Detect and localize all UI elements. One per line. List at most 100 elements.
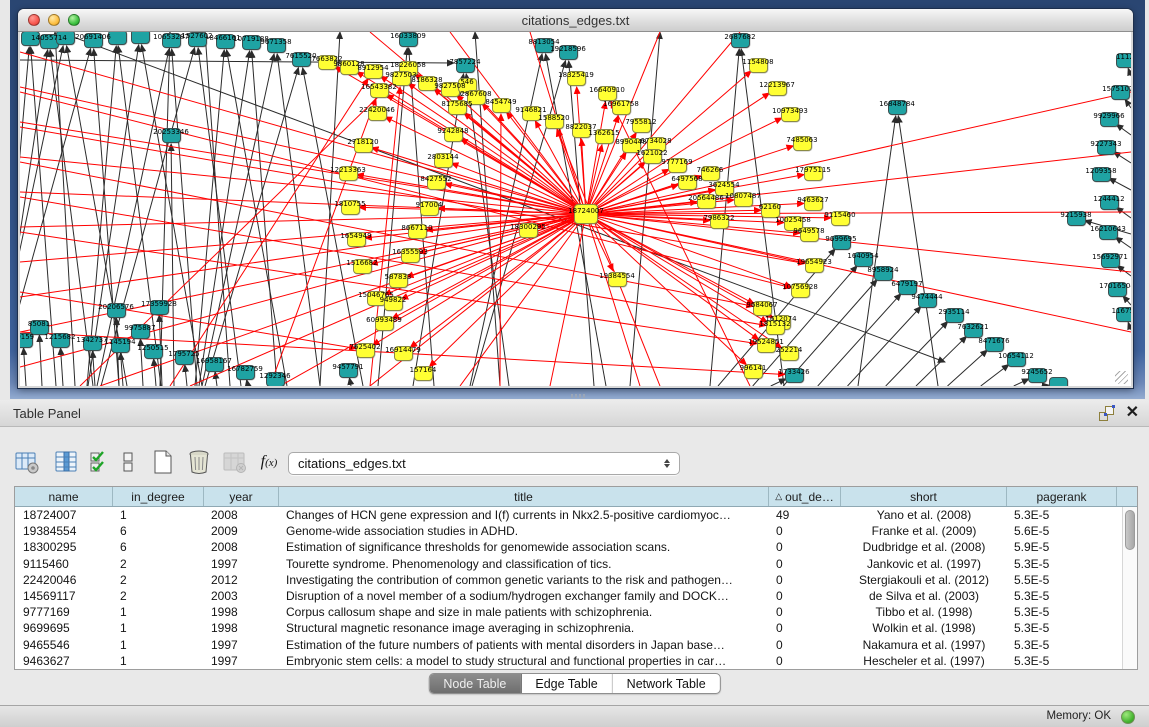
- table-row[interactable]: 1872400712008Changes of HCN gene express…: [15, 507, 1137, 523]
- cell-name: 14569117: [15, 589, 113, 603]
- graph-node-label: 9699695: [825, 236, 856, 243]
- graph-node-label: 1154808: [742, 59, 773, 66]
- graph-node-label: 746266: [697, 167, 724, 174]
- tab-edge-table[interactable]: Edge Table: [521, 674, 612, 693]
- graph-node-label: 546: [460, 79, 473, 86]
- import-table-disabled-button: [220, 447, 250, 477]
- graph-node-label: 9146821: [515, 107, 546, 114]
- column-header-pagerank[interactable]: pagerank: [1007, 487, 1117, 506]
- graph-node-label: 15751074: [1102, 86, 1131, 93]
- tab-node-table[interactable]: Node Table: [429, 674, 521, 693]
- graph-node-label: 1527602: [181, 33, 212, 40]
- cell-title: Changes of HCN gene expression and I(f) …: [279, 508, 769, 522]
- table-row[interactable]: 977716911998Corpus callosum shape and si…: [15, 604, 1137, 620]
- cell-title: Corpus callosum shape and size in male p…: [279, 605, 769, 619]
- row-height-button[interactable]: [118, 447, 138, 477]
- function-builder-button[interactable]: f(x): [254, 447, 284, 477]
- memory-status-label: Memory: OK: [1046, 710, 1111, 722]
- column-header-short[interactable]: short: [841, 487, 1007, 506]
- graph-node[interactable]: [1049, 377, 1068, 387]
- graph-node-label: 16543382: [361, 84, 397, 91]
- graph-node-label: 1244412: [1093, 196, 1124, 203]
- column-header-out_de[interactable]: △out_de…: [769, 487, 841, 506]
- column-header-name[interactable]: name: [15, 487, 113, 506]
- graph-node-label: 20564486: [688, 195, 724, 202]
- graph-node-label: 1362615: [588, 130, 619, 137]
- table-options-button[interactable]: [12, 447, 42, 477]
- table-row[interactable]: 1938455462009Genome-wide association stu…: [15, 523, 1137, 539]
- column-header-title[interactable]: title: [279, 487, 769, 506]
- tab-network-table[interactable]: Network Table: [613, 674, 720, 693]
- graph-node-label: 62160: [759, 204, 781, 211]
- network-window-titlebar[interactable]: citations_edges.txt: [18, 9, 1133, 32]
- graph-node-label: 6734028: [640, 138, 671, 145]
- close-panel-icon[interactable]: ✕: [1126, 406, 1139, 420]
- memory-indicator-icon[interactable]: [1121, 710, 1135, 724]
- show-columns-button[interactable]: [52, 447, 82, 477]
- graph-node-label: 9245652: [1021, 369, 1052, 376]
- graph-node-label: 1250515: [137, 345, 168, 352]
- table-row[interactable]: 911546021997Tourette syndrome. Phenomeno…: [15, 556, 1137, 572]
- new-table-button[interactable]: [148, 447, 178, 477]
- cell-out_de: 0: [769, 524, 841, 538]
- table-row[interactable]: 946362711997Embryonic stem cells: a mode…: [15, 653, 1137, 669]
- graph-node-label: 252214: [776, 347, 803, 354]
- network-window[interactable]: citations_edges.txt 14055714206914061065…: [18, 9, 1133, 388]
- graph-node-label: 16958167: [196, 358, 232, 365]
- graph-node-label: 19218596: [550, 46, 586, 53]
- cell-title: Investigating the contribution of common…: [279, 573, 769, 587]
- select-rows-button[interactable]: [88, 447, 112, 477]
- graph-node-label: 6497568: [671, 176, 702, 183]
- graph-node-label: 9227343: [1090, 141, 1121, 148]
- cell-title: Genome-wide association studies in ADHD.: [279, 524, 769, 538]
- cell-short: Franke et al. (2009): [841, 524, 1007, 538]
- cell-title: Tourette syndrome. Phenomenology and cla…: [279, 557, 769, 571]
- resize-grip-icon[interactable]: [1115, 371, 1128, 384]
- graph-node-label: 9474444: [911, 294, 942, 301]
- table-row[interactable]: 1830029562008Estimation of significance …: [15, 539, 1137, 555]
- cell-short: Yano et al. (2008): [841, 508, 1007, 522]
- graph-node-label: 3624554: [708, 182, 739, 189]
- dropdown-arrows-icon: [659, 459, 675, 468]
- graph-node-label: 8454749: [485, 99, 516, 106]
- network-canvas[interactable]: 1405571420691406106532871527602846616110…: [20, 32, 1131, 386]
- cell-name: 9463627: [15, 654, 113, 668]
- cell-year: 2012: [204, 573, 279, 587]
- cell-pagerank: 5.3E-5: [1007, 638, 1117, 652]
- column-header-in_degree[interactable]: in_degree: [113, 487, 204, 506]
- float-window-icon[interactable]: [1099, 406, 1114, 421]
- table-row[interactable]: 2242004622012Investigating the contribut…: [15, 572, 1137, 588]
- cell-out_de: 0: [769, 557, 841, 571]
- delete-table-button[interactable]: [184, 447, 214, 477]
- graph-node[interactable]: [131, 32, 150, 44]
- table-row[interactable]: 946554611997Estimation of the future num…: [15, 637, 1137, 653]
- graph-node-label: 20206576: [98, 304, 134, 311]
- graph-node-label: 16210643: [1090, 226, 1126, 233]
- column-header-year[interactable]: year: [204, 487, 279, 506]
- graph-node-label: 39159: [20, 334, 34, 341]
- table-selector-value: citations_edges.txt: [298, 456, 659, 471]
- graph-node-label: 2718120: [347, 139, 378, 146]
- cell-name: 9699695: [15, 621, 113, 635]
- graph-node-label: 949822: [380, 297, 407, 304]
- cell-in_degree: 2: [113, 557, 204, 571]
- cell-out_de: 0: [769, 605, 841, 619]
- cell-short: Hescheler et al. (1997): [841, 654, 1007, 668]
- table-row[interactable]: 969969511998Structural magnetic resonanc…: [15, 620, 1137, 636]
- graph-node-label: 1795725: [168, 351, 199, 358]
- table-panel-header: Table Panel ✕: [0, 400, 1149, 427]
- sort-ascending-icon: △: [775, 491, 782, 502]
- table-scrollbar[interactable]: [1122, 507, 1137, 669]
- table-row[interactable]: 1456911722003Disruption of a novel membe…: [15, 588, 1137, 604]
- table-selector-dropdown[interactable]: citations_edges.txt: [288, 452, 680, 475]
- cell-title: Embryonic stem cells: a model to study s…: [279, 654, 769, 668]
- scrollbar-thumb[interactable]: [1125, 510, 1135, 550]
- graph-node-label: 116753: [1112, 308, 1131, 315]
- cell-name: 9465546: [15, 638, 113, 652]
- graph-node-label: 1654949: [340, 233, 371, 240]
- graph-node-label: 2803144: [427, 154, 458, 161]
- graph-node-label: 7625402: [349, 344, 380, 351]
- splitter-handle[interactable]: [571, 394, 585, 398]
- cell-name: 9115460: [15, 557, 113, 571]
- graph-node-label: 16355593: [392, 249, 428, 256]
